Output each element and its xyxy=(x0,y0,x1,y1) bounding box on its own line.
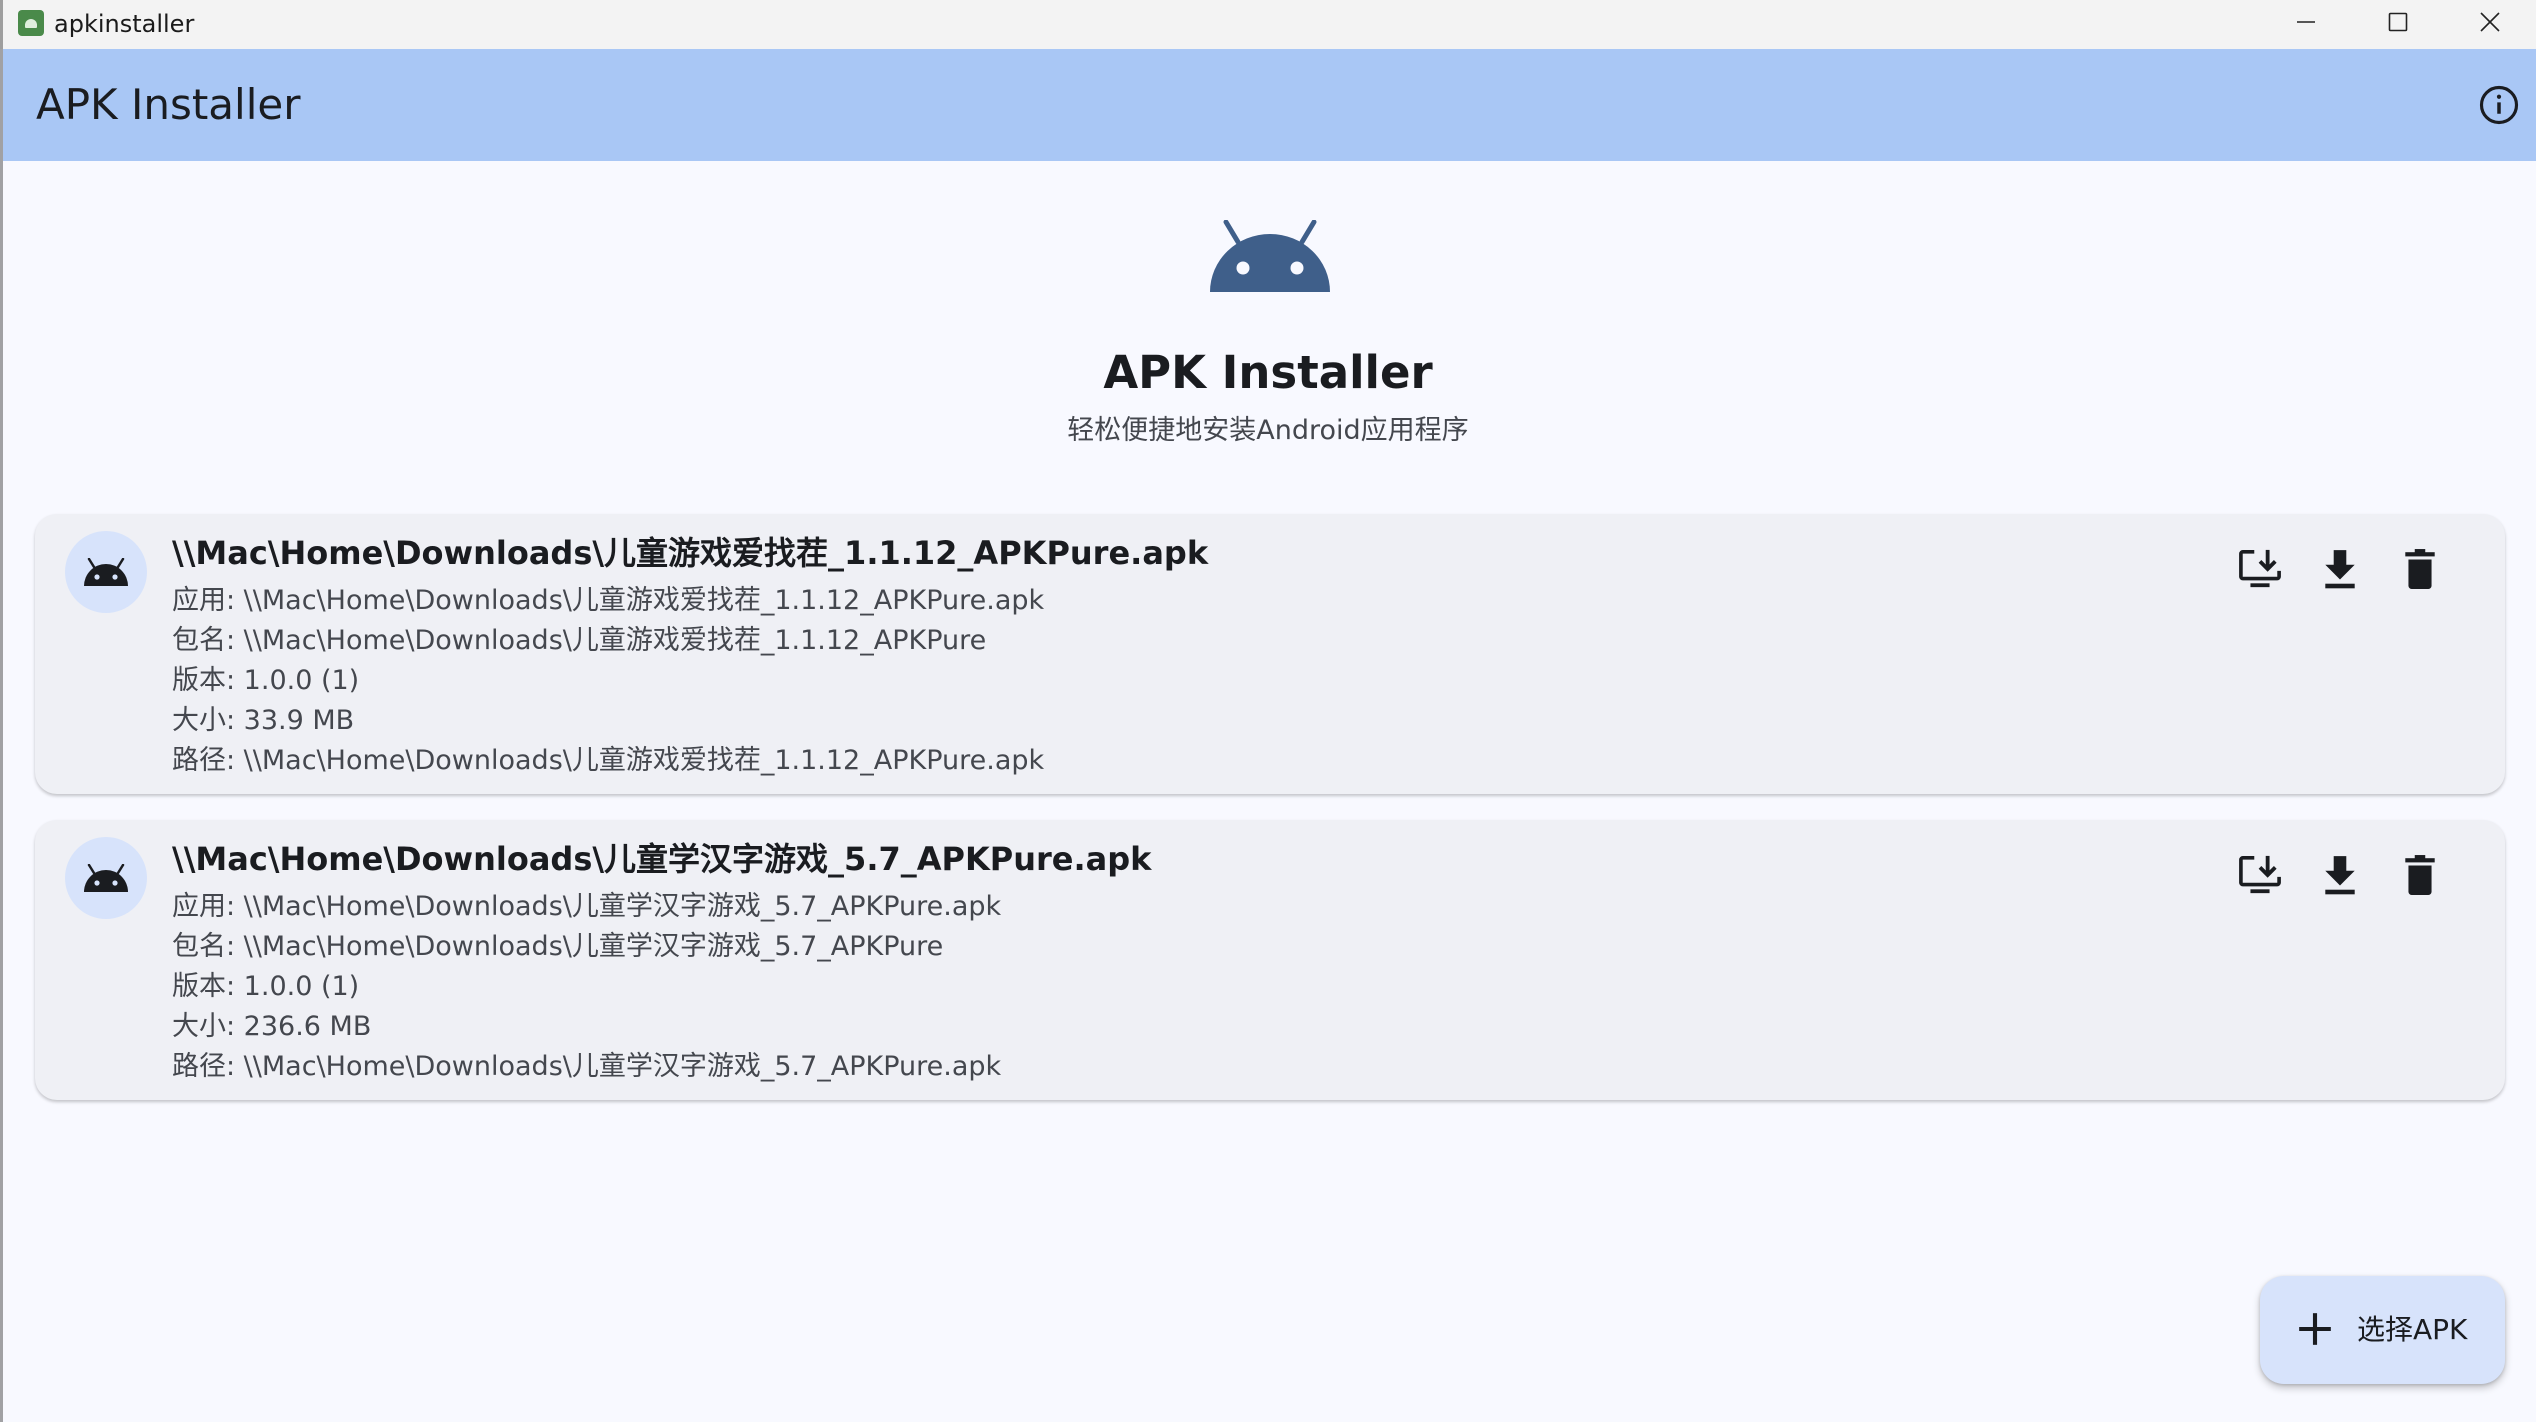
close-icon xyxy=(2480,12,2500,32)
apk-actions xyxy=(2235,850,2445,900)
select-apk-button[interactable]: 选择APK xyxy=(2260,1276,2505,1384)
apk-size: 大小: 33.9 MB xyxy=(172,705,355,736)
apk-card: \\Mac\Home\Downloads\儿童游戏爱找茬_1.1.12_APKP… xyxy=(35,514,2505,794)
apk-size: 大小: 236.6 MB xyxy=(172,1011,372,1042)
hero-title: APK Installer xyxy=(1103,346,1433,399)
delete-button[interactable] xyxy=(2395,850,2445,900)
apk-path: 路径: \\Mac\Home\Downloads\儿童游戏爱找茬_1.1.12_… xyxy=(172,745,1045,776)
apk-card: \\Mac\Home\Downloads\儿童学汉字游戏_5.7_APKPure… xyxy=(35,820,2505,1100)
maximize-button[interactable] xyxy=(2352,0,2444,44)
install-to-device-button[interactable] xyxy=(2235,850,2285,900)
app-bar: APK Installer xyxy=(3,49,2536,161)
minimize-icon xyxy=(2297,21,2315,23)
download-icon xyxy=(2325,550,2355,589)
window-left-border xyxy=(0,0,3,1422)
trash-icon xyxy=(2405,549,2435,589)
info-icon xyxy=(2479,85,2519,125)
download-button[interactable] xyxy=(2315,544,2365,594)
plus-icon xyxy=(2299,1313,2331,1345)
close-button[interactable] xyxy=(2444,0,2536,44)
apk-app-name: 应用: \\Mac\Home\Downloads\儿童游戏爱找茬_1.1.12_… xyxy=(172,585,1045,616)
apk-file-name: \\Mac\Home\Downloads\儿童学汉字游戏_5.7_APKPure… xyxy=(172,840,1152,878)
delete-button[interactable] xyxy=(2395,544,2445,594)
trash-icon xyxy=(2405,855,2435,895)
apk-version: 版本: 1.0.0 (1) xyxy=(172,665,360,696)
hero-subtitle: 轻松便捷地安装Android应用程序 xyxy=(1067,415,1469,446)
android-icon xyxy=(1210,220,1330,292)
apk-package-name: 包名: \\Mac\Home\Downloads\儿童学汉字游戏_5.7_APK… xyxy=(172,931,944,962)
apk-avatar xyxy=(65,837,147,919)
apk-actions xyxy=(2235,544,2445,594)
install-desktop-icon xyxy=(2239,855,2281,894)
about-button[interactable] xyxy=(2475,81,2523,129)
apk-app-name: 应用: \\Mac\Home\Downloads\儿童学汉字游戏_5.7_APK… xyxy=(172,891,1002,922)
download-button[interactable] xyxy=(2315,850,2365,900)
app-bar-title: APK Installer xyxy=(36,80,301,129)
android-icon xyxy=(84,558,128,586)
app-window: apkinstaller APK Installer APK Installer… xyxy=(0,0,2536,1422)
apk-path: 路径: \\Mac\Home\Downloads\儿童学汉字游戏_5.7_APK… xyxy=(172,1051,1002,1082)
apk-package-name: 包名: \\Mac\Home\Downloads\儿童游戏爱找茬_1.1.12_… xyxy=(172,625,987,656)
apk-version: 版本: 1.0.0 (1) xyxy=(172,971,360,1002)
android-icon xyxy=(84,864,128,892)
maximize-icon xyxy=(2388,12,2408,32)
select-apk-label: 选择APK xyxy=(2357,1313,2468,1346)
minimize-button[interactable] xyxy=(2260,0,2352,44)
app-logo-icon xyxy=(18,10,44,36)
download-icon xyxy=(2325,856,2355,895)
install-desktop-icon xyxy=(2239,549,2281,588)
apk-avatar xyxy=(65,531,147,613)
window-titlebar: apkinstaller xyxy=(0,0,2536,49)
install-to-device-button[interactable] xyxy=(2235,544,2285,594)
apk-file-name: \\Mac\Home\Downloads\儿童游戏爱找茬_1.1.12_APKP… xyxy=(172,534,1209,572)
window-title: apkinstaller xyxy=(54,10,195,38)
